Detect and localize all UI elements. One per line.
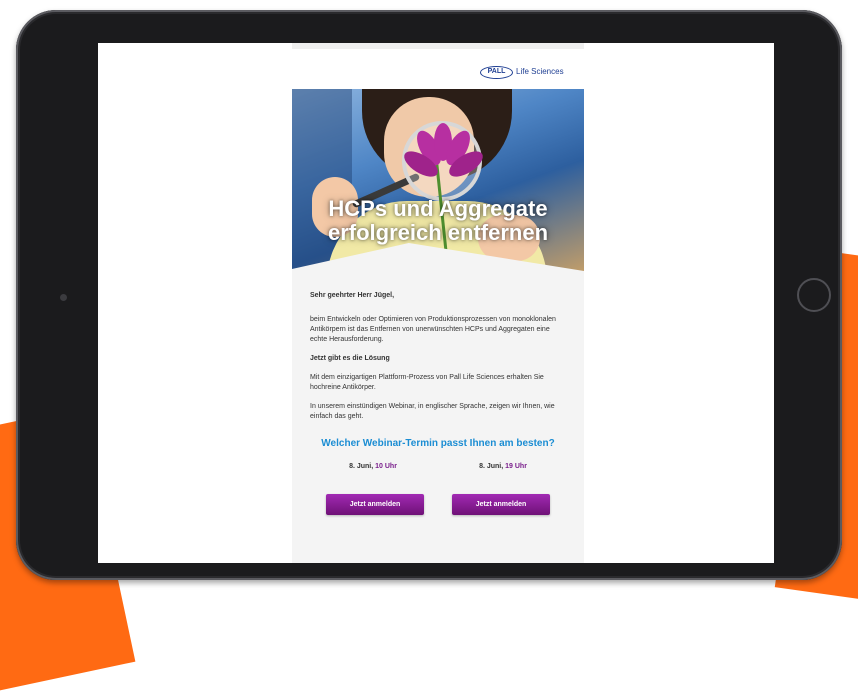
email-subheading: Jetzt gibt es die Lösung [310,355,390,362]
register-button-session-2[interactable]: Jetzt anmelden [452,494,550,515]
webinar-question: Welcher Webinar-Termin passt Ihnen am be… [321,438,555,449]
tablet-screen: PALL Life Sciences HCPs und Aggregate er… [98,43,774,563]
session-dates: 8. Juni, 10 Uhr 8. Juni, 19 Uhr [318,462,558,472]
email-paragraph-2: Mit dem einzigartigen Plattform-Prozess … [310,374,544,391]
email-intro: beim Entwickeln oder Optimieren von Prod… [310,316,556,343]
email-greeting: Sehr geehrter Herr Jügel, [310,292,395,299]
pall-logo-icon[interactable]: PALL [480,66,513,79]
tablet-device: PALL Life Sciences HCPs und Aggregate er… [16,10,842,580]
hero-headline: HCPs und Aggregate erfolgreich entfernen [327,196,549,245]
email-paragraph-3: In unserem einstündigen Webinar, in engl… [310,403,555,420]
session-date-label: 8. Juni, [479,463,504,470]
logo-text: Life Sciences [516,67,564,76]
session-date-label: 8. Juni, [349,463,374,470]
hero-banner: HCPs und Aggregate erfolgreich entfernen [292,89,584,277]
tablet-home-button[interactable] [797,278,831,312]
email-body: Sehr geehrter Herr Jügel, beim Entwickel… [292,277,584,563]
session-time: 19 Uhr [505,463,527,470]
register-buttons: Jetzt anmelden Jetzt anmelden [326,494,550,515]
session-date-2: 8. Juni, 19 Uhr [448,462,558,472]
tablet-camera [60,294,67,301]
register-button-session-1[interactable]: Jetzt anmelden [326,494,424,515]
session-date-1: 8. Juni, 10 Uhr [318,462,428,472]
email-header: PALL Life Sciences [292,49,584,89]
session-time: 10 Uhr [375,463,397,470]
email-newsletter: PALL Life Sciences HCPs und Aggregate er… [292,43,584,563]
